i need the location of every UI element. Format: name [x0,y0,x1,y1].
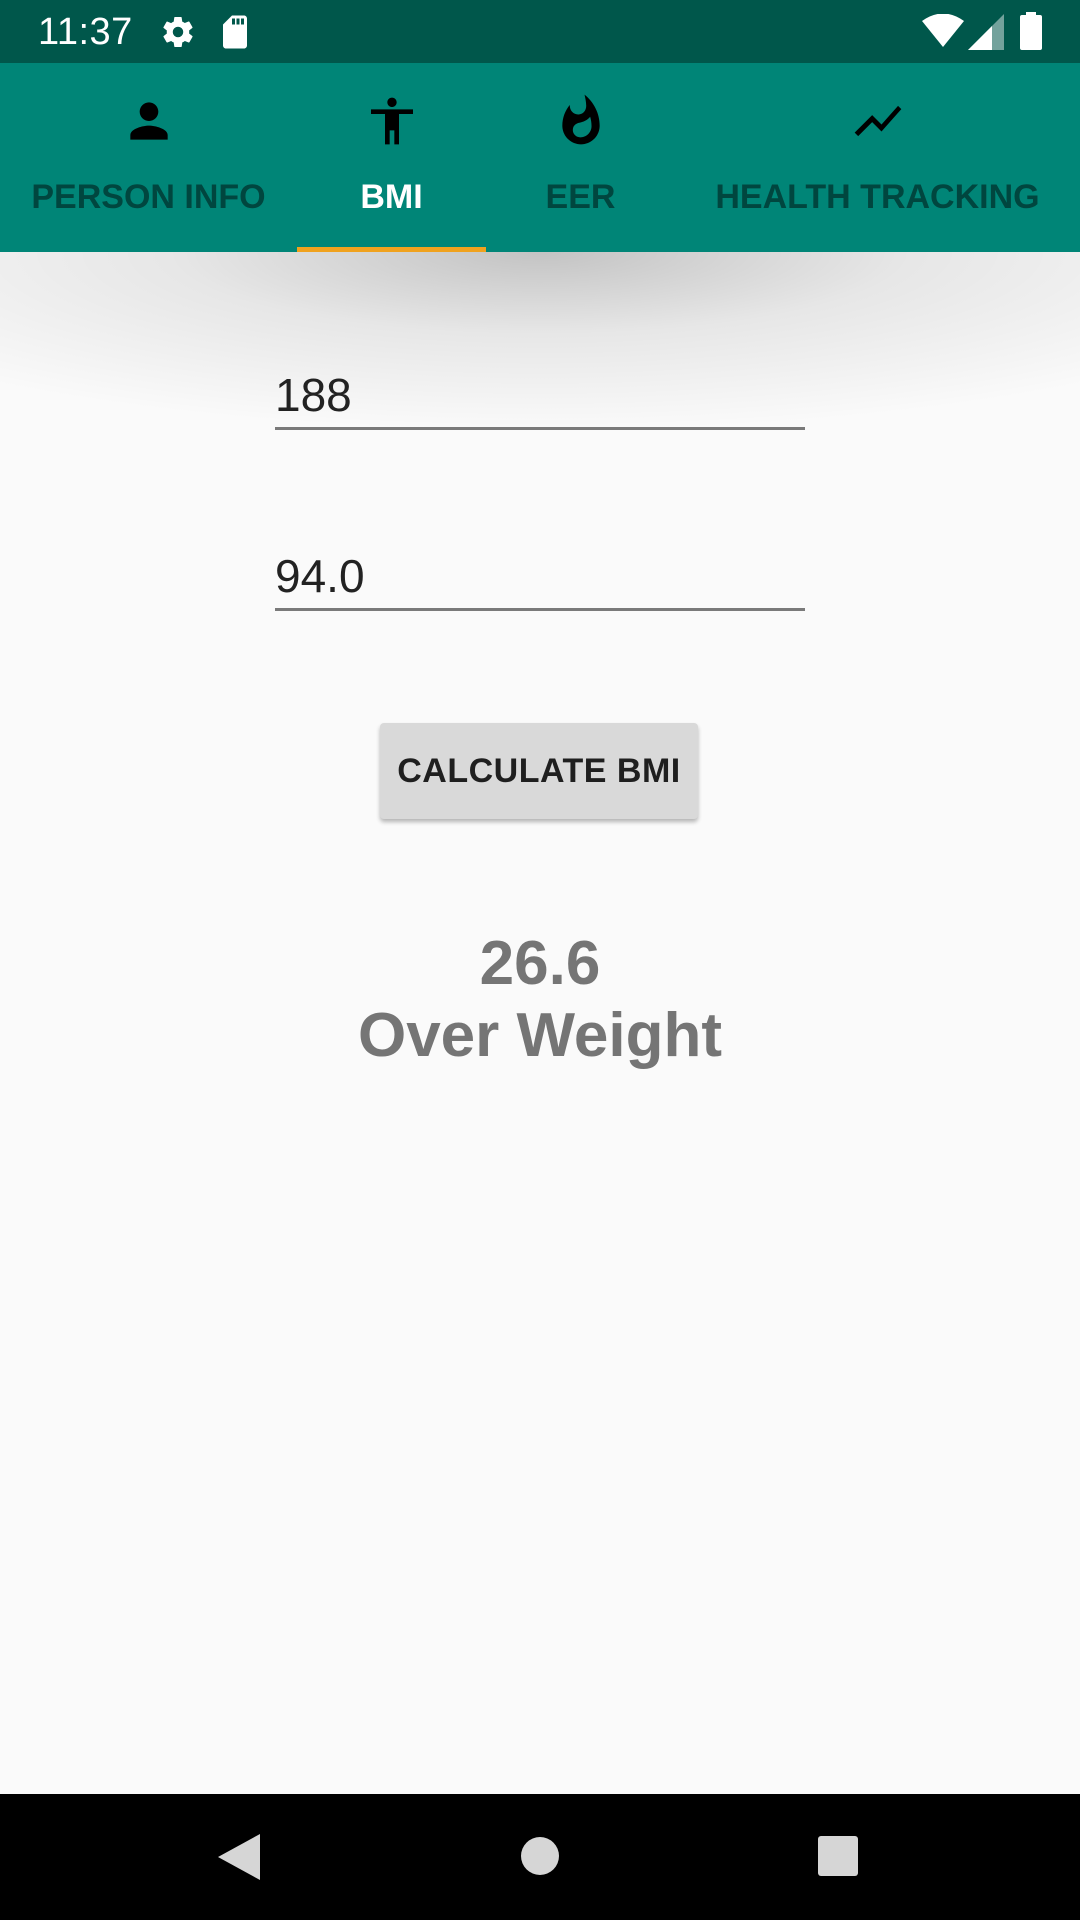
tab-label: EER [545,178,616,216]
tab-label: PERSON INFO [31,178,266,216]
tab-bar: PERSON INFO BMI EER HEALTH TRACKING [0,63,1080,252]
status-bar: 11:37 [0,0,1080,63]
tab-indicator [297,247,486,252]
bmi-value: 26.6 [479,929,601,998]
flame-icon [561,94,600,145]
tab-person-info[interactable]: PERSON INFO [0,63,297,252]
bmi-category: Over Weight [357,1001,723,1070]
recents-icon[interactable] [818,1836,858,1876]
cellular-signal-icon [968,14,1004,50]
calculate-bmi-button[interactable]: CALCULATE BMI [380,723,698,819]
sd-card-icon [223,15,247,49]
weight-input[interactable]: 94.0 [275,541,805,611]
gear-icon [163,17,193,48]
tab-label: BMI [360,178,423,216]
battery-icon [1020,12,1042,50]
tab-health-tracking[interactable]: HEALTH TRACKING [675,63,1080,252]
back-icon[interactable] [218,1834,260,1880]
navigation-bar [0,1794,1080,1920]
trending-up-icon [854,105,901,137]
tab-bmi[interactable]: BMI [297,63,486,252]
status-time: 11:37 [38,11,133,53]
person-icon [129,102,168,140]
tab-eer[interactable]: EER [486,63,675,252]
height-input[interactable]: 188 [275,360,805,430]
accessibility-icon [370,97,413,145]
home-icon[interactable] [520,1836,560,1876]
wifi-icon [922,14,964,47]
tab-label: HEALTH TRACKING [715,178,1040,216]
